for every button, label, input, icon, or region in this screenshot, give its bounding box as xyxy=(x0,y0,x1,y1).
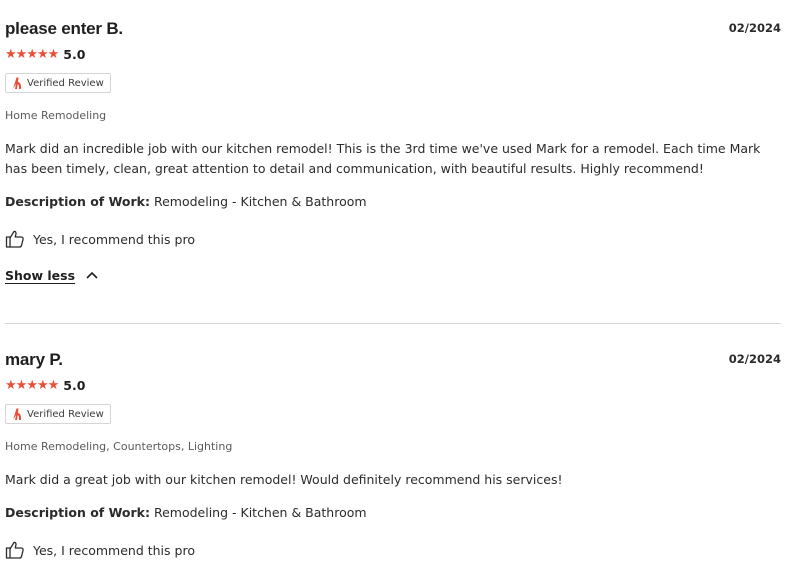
star-icon: ★ xyxy=(36,377,49,393)
angi-logo-icon xyxy=(13,408,22,420)
description-label: Description of Work: xyxy=(5,505,150,520)
description-of-work: Description of Work: Remodeling - Kitche… xyxy=(5,503,781,523)
recommendation: Yes, I recommend this pro xyxy=(5,538,781,562)
review-date: 02/2024 xyxy=(728,352,781,366)
rating-score: 5.0 xyxy=(63,377,86,393)
star-icon: ★ xyxy=(5,377,17,393)
star-icon: ★ xyxy=(15,377,28,393)
rating: ★ ★ ★ ★ ★ 5.0 xyxy=(5,375,781,395)
review-card: mary P. 02/2024 ★ ★ ★ ★ ★ 5.0 Verified R… xyxy=(5,0,781,562)
review-text: Mark did a great job with our kitchen re… xyxy=(5,472,563,487)
reviewer-name: mary P. xyxy=(5,350,63,369)
star-icon: ★ xyxy=(26,377,38,393)
star-icon: ★ xyxy=(47,377,60,393)
thumbs-up-icon xyxy=(5,541,24,559)
verified-review-badge: Verified Review xyxy=(5,404,111,424)
description-value: Remodeling - Kitchen & Bathroom xyxy=(153,505,367,520)
service-categories: Home Remodeling, Countertops, Lighting xyxy=(5,440,233,453)
recommend-text: Yes, I recommend this pro xyxy=(33,542,195,558)
verified-label: Verified Review xyxy=(27,408,104,420)
